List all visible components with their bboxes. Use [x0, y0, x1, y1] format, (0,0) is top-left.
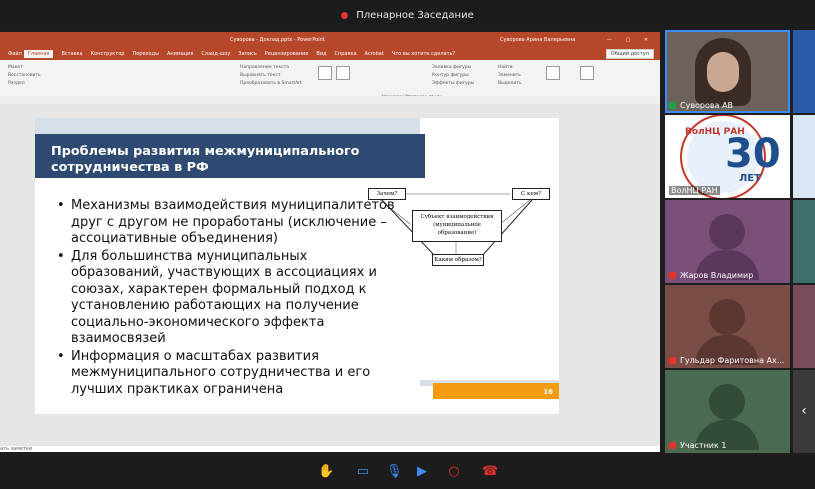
- avatar: [709, 384, 745, 420]
- meeting-toolbar: ✋ ▭ 🎙 ▶ ○ ☎: [0, 455, 815, 489]
- shapes-gallery-icon[interactable]: [336, 66, 350, 80]
- partial-participant-tile[interactable]: [793, 115, 815, 198]
- slide[interactable]: Проблемы развития межмуниципального сотр…: [35, 118, 559, 414]
- select-button[interactable]: Выделить: [498, 80, 522, 88]
- tab-file[interactable]: Файл: [8, 51, 22, 57]
- participant-name: Суворова АВ: [669, 101, 733, 110]
- record-icon[interactable]: ○: [446, 464, 462, 480]
- bullet-item: Информация о масштабах развития межмуниц…: [57, 349, 397, 399]
- recording-indicator-icon: [341, 11, 349, 19]
- participant-tile[interactable]: Гульдар Фаритовна Ах...: [665, 285, 790, 368]
- meeting-title: Пленарное Заседание: [356, 9, 474, 21]
- participant-name: Гульдар Фаритовна Ах...: [669, 356, 784, 365]
- microphone-off-icon: [669, 442, 676, 449]
- slide-title: Проблемы развития межмуниципального сотр…: [51, 144, 360, 175]
- microphone-icon[interactable]: 🎙: [386, 464, 403, 480]
- tab-transitions[interactable]: Переходы: [132, 51, 159, 57]
- participant-tile[interactable]: Участник 1: [665, 370, 790, 453]
- powerpoint-user: Суворова Арина Валерьевна: [500, 36, 576, 43]
- tab-view[interactable]: Вид: [316, 51, 326, 57]
- editing-group: Найти Заменить Выделить: [498, 64, 522, 88]
- tab-animation[interactable]: Анимация: [167, 51, 193, 57]
- tab-acrobat[interactable]: Acrobat: [365, 51, 384, 57]
- logo-number: 30: [725, 131, 781, 177]
- share-button[interactable]: Общий доступ: [605, 48, 654, 59]
- text-direction-button[interactable]: Направление текста: [240, 64, 302, 72]
- microphone-off-icon: [669, 357, 676, 364]
- tab-review[interactable]: Рецензирование: [265, 51, 309, 57]
- microphone-off-icon: [669, 272, 676, 279]
- tab-slideshow[interactable]: Слайд-шоу: [201, 51, 230, 57]
- tab-home[interactable]: Главная: [23, 49, 54, 58]
- document-title: Суворова - Доклад.pptx - PowerPoint: [230, 36, 325, 43]
- partial-participant-tile[interactable]: [793, 200, 815, 283]
- partial-participant-tile[interactable]: [793, 285, 815, 368]
- participant-name: ВолНЦ РАН: [669, 186, 720, 195]
- powerpoint-title-bar: Суворова - Доклад.pptx - PowerPoint Суво…: [0, 32, 660, 47]
- shape-fill-button[interactable]: Заливка фигуры: [432, 64, 474, 72]
- screen-share-icon[interactable]: ▭: [355, 464, 371, 480]
- hang-up-icon[interactable]: ☎: [482, 464, 498, 480]
- participant-face: [707, 52, 739, 92]
- diagram-box-subject: Субъект взаимодействия (муниципальное об…: [412, 210, 502, 242]
- participant-tile[interactable]: Суворова АВ: [665, 30, 790, 113]
- align-text-button[interactable]: Выровнять текст: [240, 72, 302, 80]
- notes-pane[interactable]: ать заметки: [0, 446, 660, 454]
- tab-record[interactable]: Запись: [238, 51, 256, 57]
- slide-number: 16: [543, 388, 553, 396]
- window-controls-icon[interactable]: — ▢ ✕: [607, 37, 654, 43]
- layout-button[interactable]: Макет: [8, 64, 41, 72]
- title-band-light: [35, 118, 420, 134]
- reset-button[interactable]: Восстановить: [8, 72, 41, 80]
- avatar: [709, 299, 745, 335]
- partial-participant-tile[interactable]: [793, 30, 815, 113]
- ribbon-tabs: Файл Главная Вставка Конструктор Переход…: [0, 47, 660, 60]
- slides-group: Макет Восстановить Раздел: [8, 64, 41, 88]
- camera-icon[interactable]: ▶: [414, 464, 430, 480]
- tab-help[interactable]: Справка: [335, 51, 357, 57]
- tab-insert[interactable]: Вставка: [61, 51, 82, 57]
- avatar: [709, 214, 745, 250]
- participant-tile[interactable]: ВолНЦ РАН 30 ЛЕТ ВолНЦ РАН: [665, 115, 790, 198]
- bullet-item: Механизмы взаимодействия муниципалитетов…: [57, 198, 397, 248]
- addins-icon[interactable]: [580, 66, 594, 80]
- shared-screen: Суворова - Доклад.pptx - PowerPoint Суво…: [0, 32, 660, 480]
- tab-design[interactable]: Конструктор: [91, 51, 125, 57]
- microphone-on-icon: [669, 102, 676, 109]
- paragraph-options: Направление текста Выровнять текст Преоб…: [240, 64, 302, 88]
- next-page-chevron-icon[interactable]: ‹: [793, 370, 815, 453]
- raise-hand-icon[interactable]: ✋: [318, 464, 334, 480]
- bullet-list: Механизмы взаимодействия муниципалитетов…: [57, 198, 397, 399]
- footer-band: [433, 383, 559, 399]
- logo-subtitle: ЛЕТ: [739, 173, 761, 184]
- diagram-box-with-whom: С кем?: [512, 188, 550, 200]
- shape-outline-button[interactable]: Контур фигуры: [432, 72, 474, 80]
- shape-effects-button[interactable]: Эффекты фигуры: [432, 80, 474, 88]
- slide-canvas: Проблемы развития межмуниципального сотр…: [0, 104, 660, 446]
- smartart-button[interactable]: Преобразовать в SmartArt: [240, 80, 302, 88]
- diagram-box-why: Зачем?: [368, 188, 406, 200]
- section-button[interactable]: Раздел: [8, 80, 41, 88]
- participant-name: Участник 1: [669, 441, 726, 450]
- shape-format-group: Заливка фигуры Контур фигуры Эффекты фиг…: [432, 64, 474, 88]
- bullet-item: Для большинства муниципальных образовани…: [57, 249, 397, 348]
- pdf-icon[interactable]: [546, 66, 560, 80]
- shapes-gallery-icon[interactable]: [318, 66, 332, 80]
- find-button[interactable]: Найти: [498, 64, 522, 72]
- tell-me-search[interactable]: Что вы хотите сделать?: [392, 51, 455, 57]
- participant-name: Жаров Владимир: [669, 271, 753, 280]
- meeting-title-bar: Пленарное Заседание: [0, 0, 815, 30]
- replace-button[interactable]: Заменить: [498, 72, 522, 80]
- interaction-diagram: Зачем? С кем? Субъект взаимодействия (му…: [360, 186, 560, 276]
- participant-tile[interactable]: Жаров Владимир: [665, 200, 790, 283]
- diagram-box-how: Каким образом?: [432, 254, 484, 266]
